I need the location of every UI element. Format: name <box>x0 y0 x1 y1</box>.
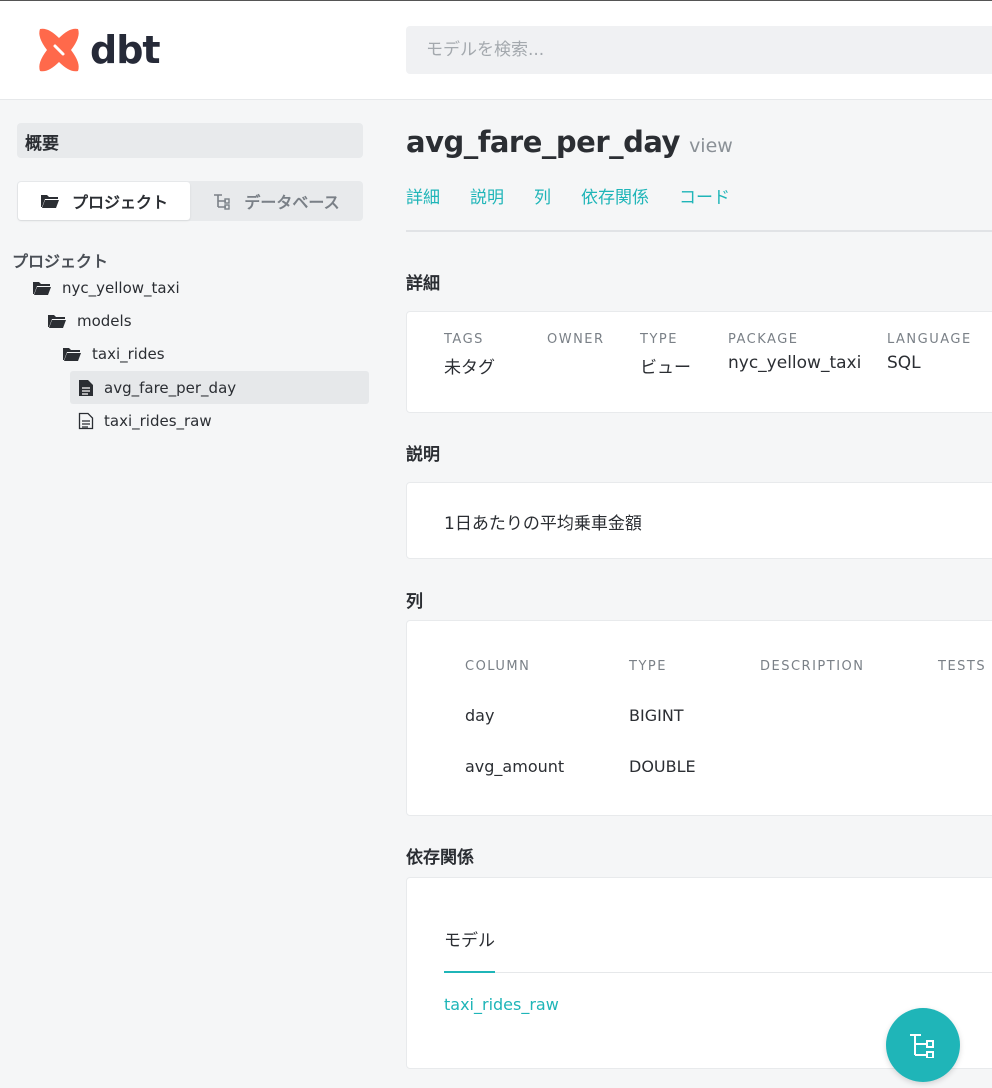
columns-heading: 列 <box>406 592 423 612</box>
detail-value: 未タグ <box>444 358 495 378</box>
tab-database[interactable]: データベース <box>190 182 362 220</box>
section-nav: 詳細 説明 列 依存関係 コード <box>406 183 730 208</box>
detail-label: LANGUAGE <box>887 332 972 347</box>
model-kind: view <box>689 135 733 157</box>
detail-label: PACKAGE <box>728 332 799 347</box>
nav-columns-link[interactable]: 列 <box>534 183 551 208</box>
tree-item-label: taxi_rides_raw <box>104 411 212 430</box>
tab-database-label: データベース <box>244 193 340 212</box>
database-tree-icon <box>214 194 231 210</box>
tree-item-label: models <box>77 311 132 330</box>
dbt-logo[interactable]: dbt <box>34 25 161 75</box>
tree-item-label: avg_fare_per_day <box>104 378 237 397</box>
top-bar: dbt <box>0 0 992 100</box>
detail-value: SQL <box>887 353 921 373</box>
dependencies-heading: 依存関係 <box>406 848 474 868</box>
nav-description-link[interactable]: 説明 <box>470 183 504 208</box>
tree-heading: プロジェクト <box>12 252 109 271</box>
column-header: TESTS <box>938 659 987 674</box>
nav-details-link[interactable]: 詳細 <box>406 183 440 208</box>
tree-item-taxi-rides-raw[interactable]: taxi_rides_raw <box>70 404 212 437</box>
column-header: TYPE <box>629 659 667 674</box>
tree-item-label: taxi_rides <box>92 344 165 363</box>
folder-open-icon <box>48 314 66 328</box>
active-tab-indicator <box>444 971 495 973</box>
description-heading: 説明 <box>406 445 440 465</box>
column-header: COLUMN <box>465 659 531 674</box>
detail-package: PACKAGE nyc_yellow_taxi <box>728 332 861 373</box>
overview-link[interactable]: 概要 <box>17 123 363 158</box>
detail-owner: OWNER <box>547 332 605 353</box>
detail-tags: TAGS 未タグ <box>444 332 495 378</box>
dbt-logo-icon <box>39 28 79 72</box>
detail-value: ビュー <box>640 358 691 378</box>
dependency-link[interactable]: taxi_rides_raw <box>444 995 559 1014</box>
column-name-cell[interactable]: avg_amount <box>465 757 564 776</box>
detail-type: TYPE ビュー <box>640 332 691 378</box>
detail-language: LANGUAGE SQL <box>887 332 972 373</box>
nav-code-link[interactable]: コード <box>679 183 730 208</box>
page-title-row: avg_fare_per_day view <box>406 125 733 159</box>
column-type-cell: BIGINT <box>629 706 684 725</box>
details-heading: 詳細 <box>406 274 440 294</box>
search-input[interactable] <box>406 26 992 74</box>
column-header: DESCRIPTION <box>760 659 865 674</box>
file-filled-icon <box>79 379 93 396</box>
divider <box>406 230 992 232</box>
folder-open-icon <box>40 195 59 208</box>
lineage-graph-button[interactable] <box>886 1008 960 1082</box>
tab-divider <box>444 972 992 973</box>
tree-item-label: nyc_yellow_taxi <box>62 278 180 297</box>
file-outline-icon <box>78 412 94 429</box>
columns-card: COLUMN TYPE DESCRIPTION TESTS day BIGINT… <box>406 620 992 816</box>
detail-label: TAGS <box>444 332 484 347</box>
column-type-cell: DOUBLE <box>629 757 696 776</box>
column-name-cell[interactable]: day <box>465 706 494 725</box>
description-text: 1日あたりの平均乗車金額 <box>444 514 642 534</box>
folder-open-icon <box>33 281 51 295</box>
detail-label: TYPE <box>640 332 678 347</box>
brand-name: dbt <box>90 28 161 72</box>
sidebar: 概要 プロジェクト データベース プロジェクト nyc_yellow_taxi <box>0 101 380 1088</box>
description-card: 1日あたりの平均乗車金額 <box>406 482 992 559</box>
sidebar-tabs: プロジェクト データベース <box>17 181 363 221</box>
folder-open-icon <box>63 347 81 361</box>
tree-item-avg-fare-per-day[interactable]: avg_fare_per_day <box>70 371 369 404</box>
tree-item-nyc-yellow-taxi[interactable]: nyc_yellow_taxi <box>24 271 180 304</box>
nav-dependencies-link[interactable]: 依存関係 <box>581 183 649 208</box>
detail-value: nyc_yellow_taxi <box>728 353 862 373</box>
detail-label: OWNER <box>547 332 605 347</box>
dependency-tab-models[interactable]: モデル <box>444 926 495 951</box>
lineage-graph-icon <box>910 1034 934 1058</box>
details-card: TAGS 未タグ OWNER TYPE ビュー PACKAGE nyc_yell… <box>406 311 992 413</box>
tab-project-label: プロジェクト <box>71 193 168 212</box>
page-title: avg_fare_per_day <box>406 125 680 159</box>
tab-project[interactable]: プロジェクト <box>18 182 190 220</box>
tree-item-taxi-rides[interactable]: taxi_rides <box>54 337 165 370</box>
tree-item-models[interactable]: models <box>39 304 132 337</box>
